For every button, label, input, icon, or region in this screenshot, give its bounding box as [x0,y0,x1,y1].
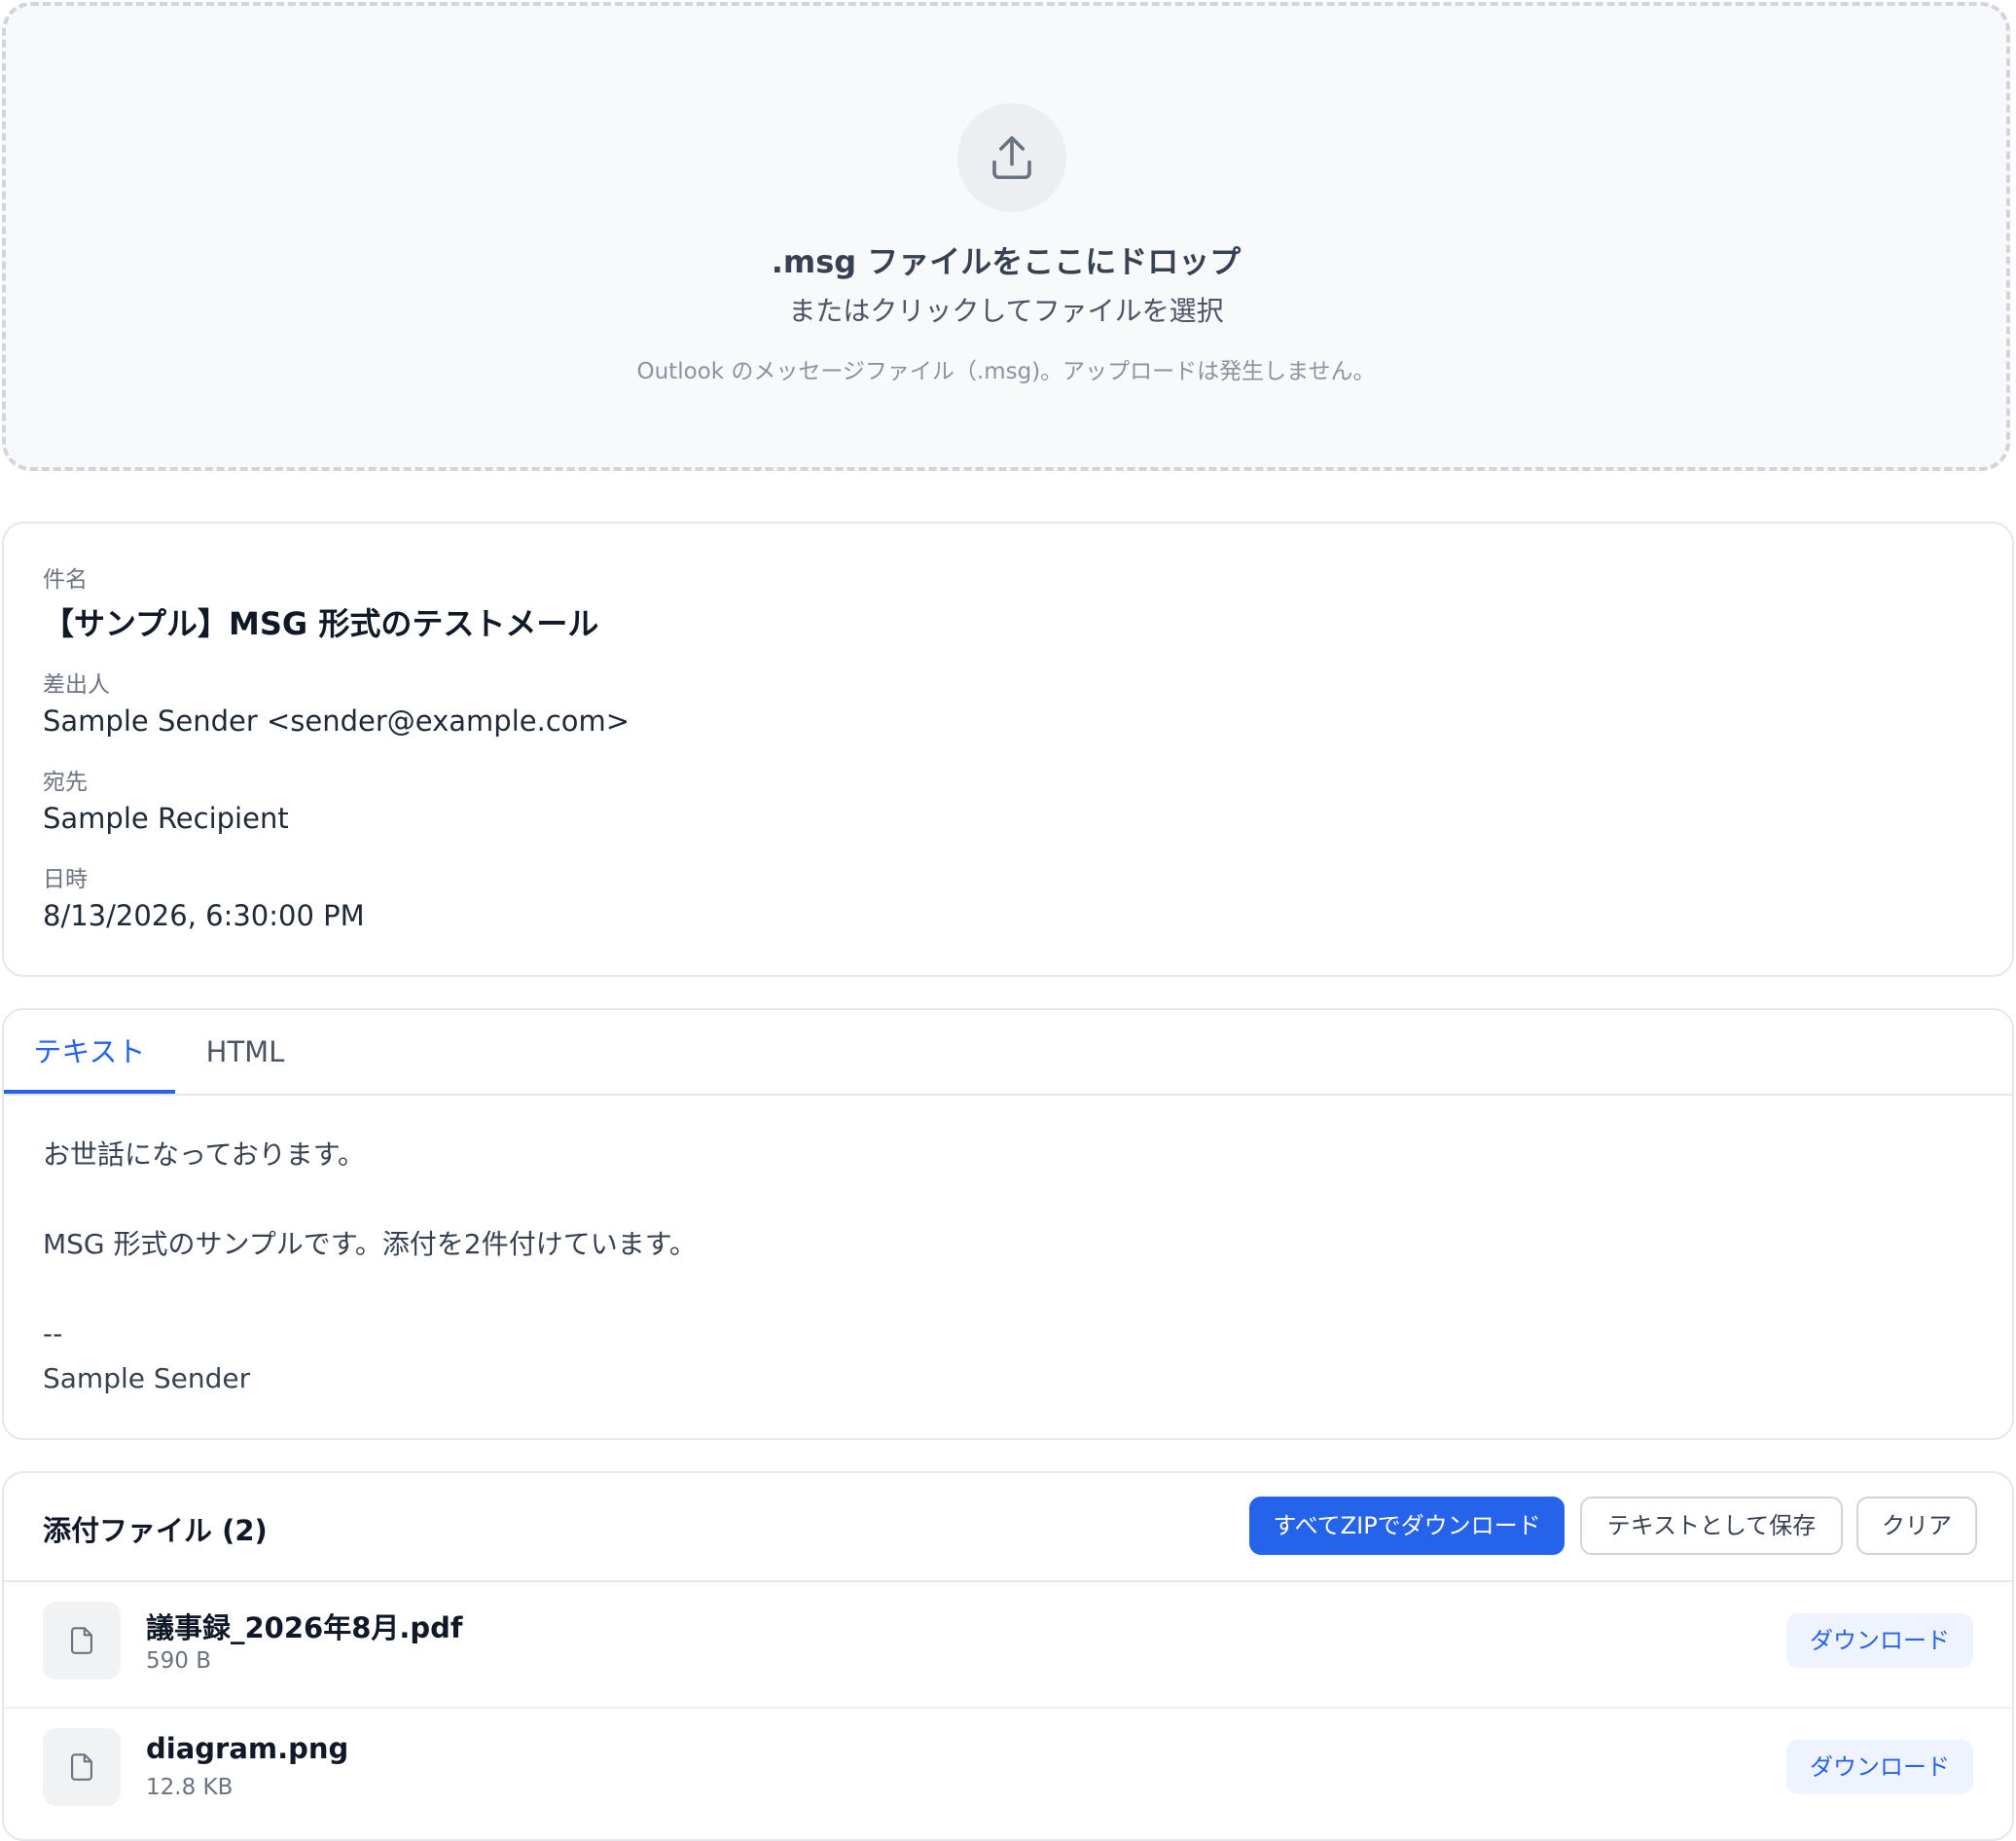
attachment-row: diagram.png 12.8 KB ダウンロード [4,1707,2012,1833]
file-icon [43,1602,121,1679]
attachments-card: 添付ファイル (2) すべてZIPでダウンロード テキストとして保存 クリア 議… [2,1471,2014,1841]
body-line: お世話になっております。 [43,1138,365,1171]
message-body-card: テキスト HTML お世話になっております。 MSG 形式のサンプルです。添付を… [2,1008,2014,1440]
body-line: Sample Sender [43,1362,251,1394]
date-label: 日時 [43,867,88,892]
attachments-title: 添付ファイル (2) [43,1514,268,1547]
body-tabbar: テキスト HTML [4,1010,2012,1096]
download-button[interactable]: ダウンロード [1786,1740,1973,1794]
dropzone-title: .msg ファイルをここにドロップ [771,243,1242,280]
attachment-name: diagram.png [146,1732,349,1765]
date-value: 8/13/2026, 6:30:00 PM [43,899,365,932]
from-value: Sample Sender <sender@example.com> [43,704,630,738]
download-button[interactable]: ダウンロード [1786,1613,1973,1668]
tab-html[interactable]: HTML [175,1010,315,1094]
body-line [43,1267,697,1312]
to-label: 宛先 [43,770,88,795]
subject-label: 件名 [43,567,88,593]
body-line [43,1177,697,1222]
tab-text[interactable]: テキスト [4,1010,175,1094]
to-value: Sample Recipient [43,802,289,835]
attachments-header: 添付ファイル (2) すべてZIPでダウンロード テキストとして保存 クリア [4,1473,2012,1582]
message-metadata-card: 件名 【サンプル】MSG 形式のテストメール 差出人 Sample Sender… [2,522,2014,977]
attachment-row: 議事録_2026年8月.pdf 590 B ダウンロード [4,1580,2012,1709]
save-as-text-button[interactable]: テキストとして保存 [1580,1497,1843,1555]
file-dropzone[interactable]: .msg ファイルをここにドロップ またはクリックしてファイルを選択 Outlo… [2,2,2010,471]
file-icon [43,1728,121,1806]
dropzone-hint: Outlook のメッセージファイル（.msg)。アップロードは発生しません。 [636,359,1376,384]
clear-button[interactable]: クリア [1856,1497,1977,1555]
attachment-size: 12.8 KB [146,1775,234,1800]
dropzone-subtitle: またはクリックしてファイルを選択 [788,295,1224,327]
upload-icon [957,103,1066,212]
subject-value: 【サンプル】MSG 形式のテストメール [43,605,599,642]
message-body-text: お世話になっております。 MSG 形式のサンプルです。添付を2件付けています。 … [43,1133,697,1401]
attachment-name: 議事録_2026年8月.pdf [146,1611,463,1644]
body-line: -- [43,1318,63,1350]
body-line: MSG 形式のサンプルです。添付を2件付けています。 [43,1228,697,1260]
download-all-zip-button[interactable]: すべてZIPでダウンロード [1249,1497,1565,1555]
attachment-size: 590 B [146,1648,211,1674]
from-label: 差出人 [43,672,110,698]
